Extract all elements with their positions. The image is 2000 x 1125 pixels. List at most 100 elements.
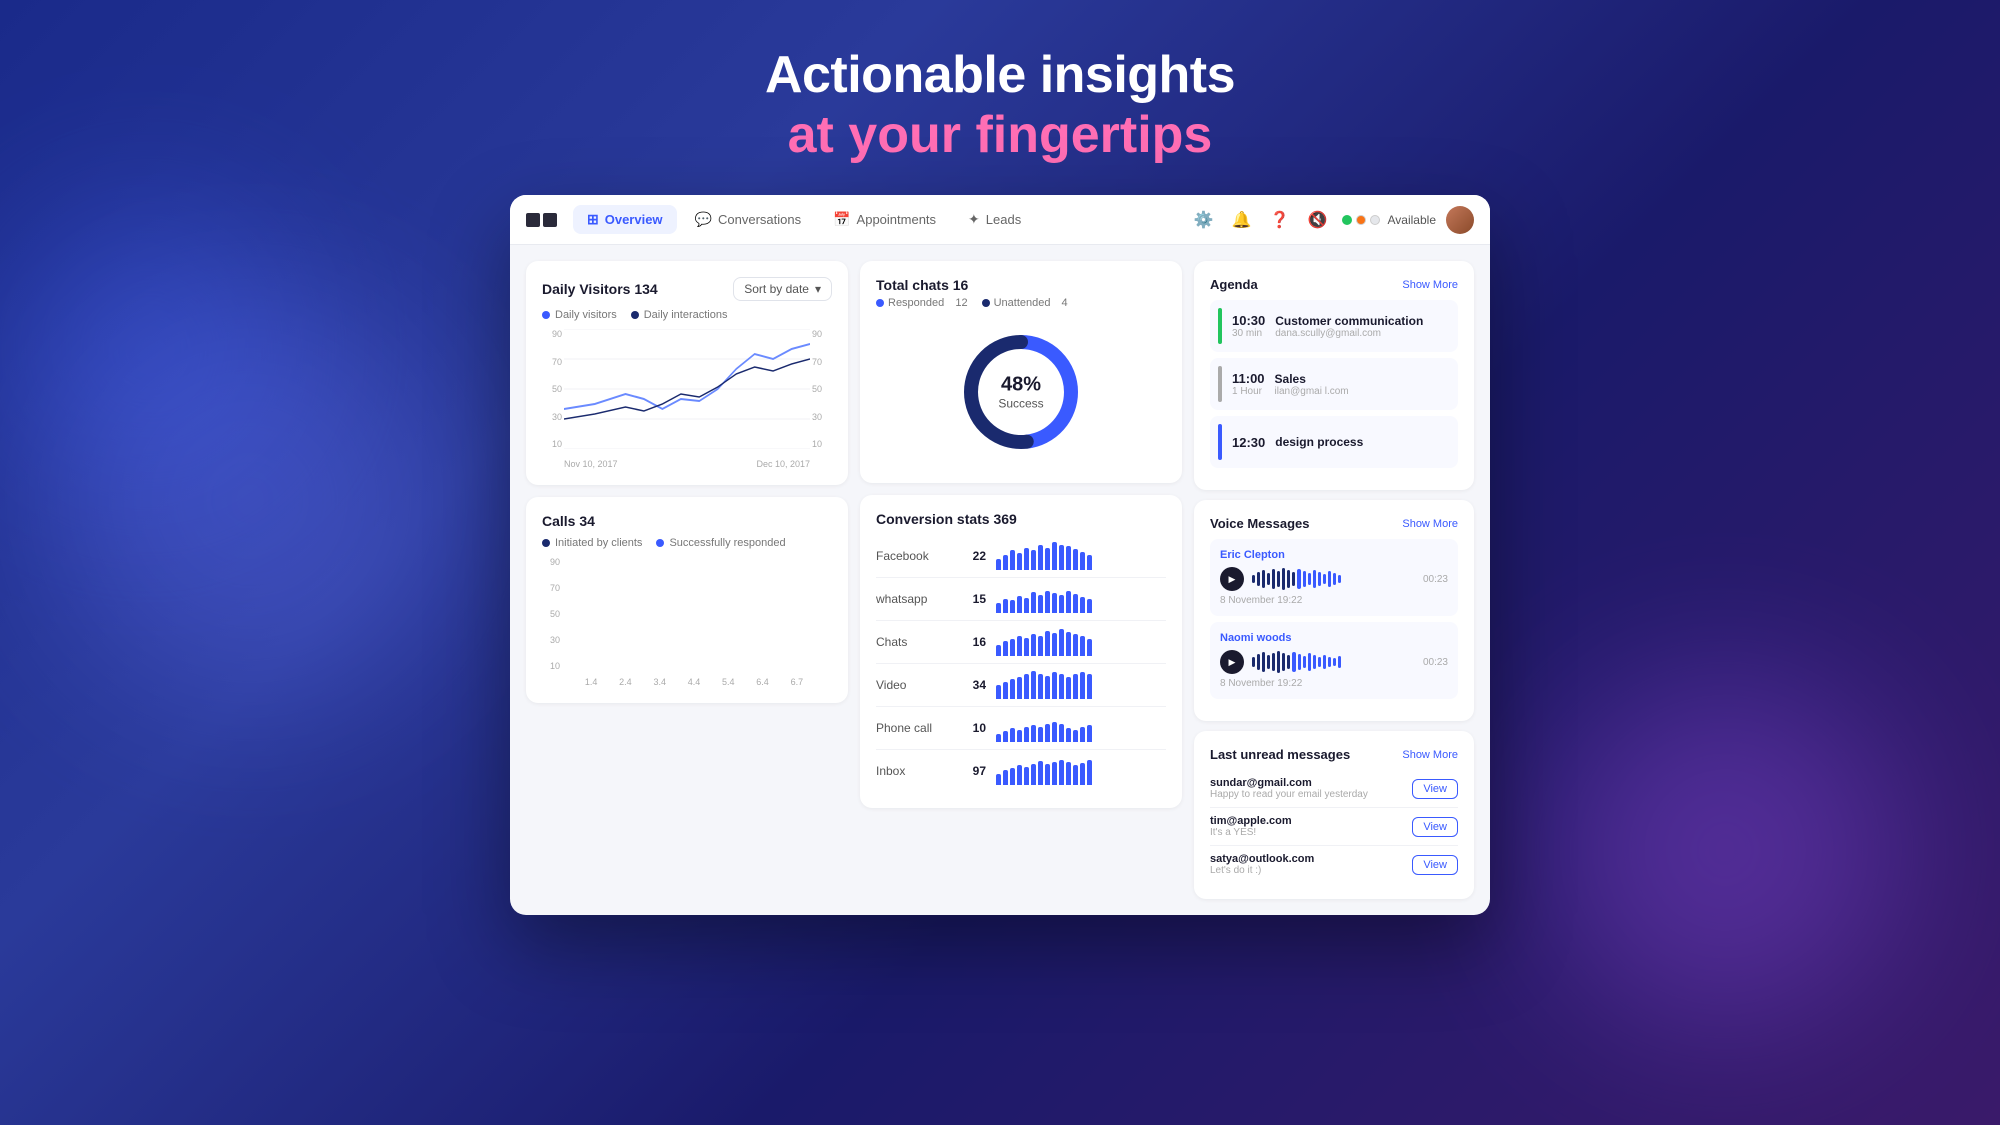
calls-title: Calls 34 [542, 513, 595, 529]
agenda-item-2: 11:00 1 Hour Sales ilan@gmai l.com [1210, 358, 1458, 410]
tab-leads[interactable]: ✦ Leads [954, 205, 1035, 234]
voice-messages-header: Voice Messages Show More [1210, 516, 1458, 531]
agenda-bar-gray [1218, 366, 1222, 402]
voice-msg-2: Naomi woods ▶ [1210, 622, 1458, 699]
tab-overview[interactable]: ⊞ Overview [573, 205, 677, 234]
voice-show-more[interactable]: Show More [1402, 518, 1458, 530]
notifications-icon[interactable]: 🔔 [1228, 206, 1256, 234]
conversion-stats-card: Conversion stats 369 Facebook 22 [860, 495, 1182, 808]
conversion-stats-header: Conversion stats 369 [876, 511, 1166, 527]
user-avatar[interactable] [1446, 206, 1474, 234]
y-axis-labels-right: 9070503010 [812, 329, 832, 449]
donut-chart-container: 48% Success [876, 317, 1166, 467]
dashboard-window: ⊞ Overview 💬 Conversations 📅 Appointment… [510, 195, 1490, 915]
view-button-1[interactable]: View [1412, 779, 1458, 799]
voice-player-1: ▶ [1220, 567, 1448, 591]
legend-daily-interactions: Daily interactions [631, 309, 728, 321]
unread-info-2: tim@apple.com It's a YES! [1210, 815, 1404, 838]
tab-appointments[interactable]: 📅 Appointments [819, 205, 950, 234]
unread-info-1: sundar@gmail.com Happy to read your emai… [1210, 777, 1404, 800]
y-axis-labels: 9070503010 [542, 329, 562, 449]
status-indicators: Available [1342, 213, 1436, 227]
agenda-time-2: 11:00 1 Hour [1232, 371, 1265, 397]
agenda-time-1: 10:30 30 min [1232, 313, 1265, 339]
donut-center-label: 48% Success [998, 374, 1043, 411]
appointments-icon: 📅 [833, 211, 850, 228]
legend-dot-navy2 [542, 539, 550, 547]
hero-subtitle: at your fingertips [765, 105, 1235, 165]
hero-title: Actionable insights [765, 45, 1235, 105]
mute-icon[interactable]: 🔇 [1304, 206, 1332, 234]
conversations-icon: 💬 [695, 211, 712, 228]
conv-row-inbox: Inbox 97 [876, 750, 1166, 792]
agenda-card: Agenda Show More 10:30 30 min Customer c… [1194, 261, 1474, 490]
total-chats-title: Total chats 16 [876, 277, 968, 293]
status-dot-orange [1356, 215, 1366, 225]
voice-player-2: ▶ [1220, 650, 1448, 674]
overview-icon: ⊞ [587, 211, 599, 228]
sort-by-date-button[interactable]: Sort by date ▾ [733, 277, 832, 301]
chevron-down-icon: ▾ [815, 282, 821, 296]
conv-row-facebook: Facebook 22 [876, 535, 1166, 578]
conv-row-chats: Chats 16 [876, 621, 1166, 664]
voice-duration-2: 00:23 [1423, 657, 1448, 668]
nav-right: ⚙️ 🔔 ❓ 🔇 Available [1190, 206, 1474, 234]
leads-icon: ✦ [968, 211, 980, 228]
inbox-bars [996, 757, 1166, 785]
chats-legend: Responded 12 Unattended 4 [876, 297, 1166, 309]
agenda-header: Agenda Show More [1210, 277, 1458, 292]
chats-bars [996, 628, 1166, 656]
play-button-2[interactable]: ▶ [1220, 650, 1244, 674]
nav-tabs: ⊞ Overview 💬 Conversations 📅 Appointment… [573, 205, 1186, 234]
conversion-rows: Facebook 22 whatsapp [876, 535, 1166, 792]
daily-visitors-legend: Daily visitors Daily interactions [542, 309, 832, 321]
voice-messages-card: Voice Messages Show More Eric Clepton ▶ [1194, 500, 1474, 721]
unread-show-more[interactable]: Show More [1402, 749, 1458, 761]
top-nav: ⊞ Overview 💬 Conversations 📅 Appointment… [510, 195, 1490, 245]
view-button-2[interactable]: View [1412, 817, 1458, 837]
voice-messages-title: Voice Messages [1210, 516, 1309, 531]
conv-row-whatsapp: whatsapp 15 [876, 578, 1166, 621]
phone-bars [996, 714, 1166, 742]
donut-chart: 48% Success [956, 327, 1086, 457]
view-button-3[interactable]: View [1412, 855, 1458, 875]
unread-info-3: satya@outlook.com Let's do it :) [1210, 853, 1404, 876]
voice-date-1: 8 November 19:22 [1220, 595, 1448, 606]
voice-msg-1: Eric Clepton ▶ [1210, 539, 1458, 616]
dashboard-body: Daily Visitors 134 Sort by date ▾ Daily … [510, 245, 1490, 915]
unread-header: Last unread messages Show More [1210, 747, 1458, 762]
facebook-bars [996, 542, 1166, 570]
tab-conversations[interactable]: 💬 Conversations [681, 205, 816, 234]
daily-visitors-title: Daily Visitors 134 [542, 281, 658, 297]
daily-visitors-header: Daily Visitors 134 Sort by date ▾ [542, 277, 832, 301]
conversion-stats-title: Conversion stats 369 [876, 511, 1017, 527]
calls-header: Calls 34 [542, 513, 832, 529]
voice-sender-2: Naomi woods [1220, 632, 1448, 644]
agenda-info-1: Customer communication dana.scully@gmail… [1275, 314, 1450, 339]
legend-responded: Successfully responded [656, 537, 785, 549]
middle-column: Total chats 16 Responded 12 Unattended 4 [860, 261, 1182, 899]
voice-sender-1: Eric Clepton [1220, 549, 1448, 561]
agenda-show-more[interactable]: Show More [1402, 279, 1458, 291]
play-button-1[interactable]: ▶ [1220, 567, 1244, 591]
settings-icon[interactable]: ⚙️ [1190, 206, 1218, 234]
unread-title: Last unread messages [1210, 747, 1350, 762]
conv-row-phone: Phone call 10 [876, 707, 1166, 750]
last-unread-card: Last unread messages Show More sundar@gm… [1194, 731, 1474, 899]
agenda-title: Agenda [1210, 277, 1258, 292]
legend-unattended: Unattended 4 [982, 297, 1068, 309]
legend-responded-dot [876, 299, 884, 307]
calls-card: Calls 34 Initiated by clients Successful… [526, 497, 848, 703]
status-dot-green [1342, 215, 1352, 225]
waveform-1 [1252, 567, 1415, 591]
voice-date-2: 8 November 19:22 [1220, 678, 1448, 689]
help-icon[interactable]: ❓ [1266, 206, 1294, 234]
nav-logo [526, 213, 557, 227]
agenda-info-2: Sales ilan@gmai l.com [1275, 372, 1450, 397]
line-chart-container: 9070503010 9070503010 [542, 329, 832, 469]
legend-responded: Responded 12 [876, 297, 968, 309]
agenda-item-3: 12:30 design process [1210, 416, 1458, 468]
agenda-info-3: design process [1275, 435, 1450, 449]
voice-duration-1: 00:23 [1423, 574, 1448, 585]
legend-initiated: Initiated by clients [542, 537, 642, 549]
